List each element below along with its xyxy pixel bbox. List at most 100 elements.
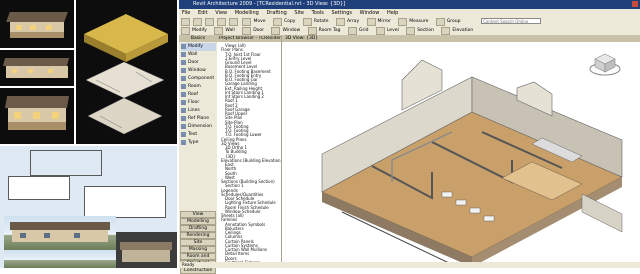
menu-file[interactable]: File <box>182 10 190 16</box>
menu-help[interactable]: Help <box>387 10 398 16</box>
ref-plane-icon <box>181 116 186 121</box>
elevation-icon[interactable] <box>441 27 451 35</box>
move-icon[interactable] <box>242 18 252 26</box>
window-controls <box>620 1 638 8</box>
door-icon[interactable] <box>242 27 252 35</box>
wall-icon <box>181 52 186 57</box>
menu-bar: File Edit View Modelling Drafting Site T… <box>179 9 640 17</box>
tool-component[interactable]: Component <box>181 75 216 83</box>
room-tag-icon[interactable] <box>307 27 317 35</box>
view-cube[interactable] <box>588 50 622 78</box>
window-button[interactable]: Window <box>282 26 300 35</box>
window-icon[interactable] <box>271 27 281 35</box>
wall-button[interactable]: Wall <box>225 26 234 35</box>
dimension-icon <box>181 124 186 129</box>
grid-button[interactable]: Grid <box>359 26 368 35</box>
building-3d-model <box>321 59 623 268</box>
tab-massing[interactable]: Massing <box>180 246 216 253</box>
tool-ref-plane[interactable]: Ref Plane <box>181 115 216 123</box>
tool-wall[interactable]: Wall <box>181 51 216 59</box>
section-button[interactable]: Section <box>417 26 434 35</box>
window-icon <box>181 68 186 73</box>
menu-site[interactable]: Site <box>294 10 304 16</box>
tab-construction[interactable]: Construction <box>180 267 216 274</box>
floor-icon <box>181 100 186 105</box>
3d-view-canvas[interactable] <box>282 42 640 268</box>
wall-icon[interactable] <box>214 27 224 35</box>
room-tag-button[interactable]: Room Tag <box>319 26 341 35</box>
mirror-button[interactable]: Mirror <box>378 17 391 26</box>
tool-dimension[interactable]: Dimension <box>181 123 216 131</box>
redo-icon[interactable] <box>229 18 238 26</box>
render-thumbnail-3 <box>0 88 74 144</box>
close-button[interactable] <box>632 1 638 7</box>
menu-view[interactable]: View <box>215 10 227 16</box>
elevation-button[interactable]: Elevation <box>452 26 473 35</box>
exploded-3d-model-image <box>76 0 177 144</box>
undo-icon[interactable] <box>217 18 226 26</box>
render-thumbnail-2 <box>0 50 74 86</box>
roof-icon <box>181 92 186 97</box>
tool-window[interactable]: Window <box>181 67 216 75</box>
component-icon <box>181 76 186 81</box>
tool-roof[interactable]: Roof <box>181 91 216 99</box>
status-text: Ready <box>182 262 195 267</box>
menu-settings[interactable]: Settings <box>332 10 353 16</box>
copy-icon[interactable] <box>272 18 282 26</box>
project-browser: Project Browser - TCResidential.rvt View… <box>217 36 282 268</box>
modify-icon[interactable] <box>181 27 190 35</box>
tab-modelling[interactable]: Modelling <box>180 218 216 225</box>
tool-room[interactable]: Room <box>181 83 216 91</box>
status-bar: Ready <box>179 262 640 268</box>
tool-door[interactable]: Door <box>181 59 216 67</box>
grid-icon[interactable] <box>347 27 357 35</box>
tab-room-and-area[interactable]: Room and Area <box>180 253 216 265</box>
section-icon[interactable] <box>406 27 416 35</box>
measure-button[interactable]: Measure <box>409 17 428 26</box>
group-button[interactable]: Group <box>447 17 461 26</box>
tool-floor[interactable]: Floor <box>181 99 216 107</box>
elevation-drawing-image <box>0 146 177 268</box>
group-icon[interactable] <box>435 18 445 26</box>
window-title-bar: Revit Architecture 2009 - [TCResidential… <box>179 0 640 9</box>
move-button[interactable]: Move <box>253 17 265 26</box>
menu-tools[interactable]: Tools <box>312 10 324 16</box>
tab-view[interactable]: View <box>180 211 216 218</box>
tool-type[interactable]: Type <box>181 139 216 147</box>
rotate-button[interactable]: Rotate <box>314 17 329 26</box>
window-title: Revit Architecture 2009 - [TCResidential… <box>193 1 346 7</box>
save-icon[interactable] <box>205 18 214 26</box>
mirror-icon[interactable] <box>366 18 376 26</box>
door-button[interactable]: Door <box>253 26 264 35</box>
rotate-icon[interactable] <box>302 18 312 26</box>
tab-drafting[interactable]: Drafting <box>180 225 216 232</box>
measure-icon[interactable] <box>398 18 408 26</box>
level-icon[interactable] <box>375 27 385 35</box>
toolbar-basics: Modify Wall Door Window Room Tag Grid Le… <box>179 26 640 36</box>
tool-modify[interactable]: Modify <box>181 43 216 51</box>
design-bar-header: Basics <box>179 36 217 42</box>
modify-button[interactable]: Modify <box>192 26 207 35</box>
array-button[interactable]: Array <box>347 17 359 26</box>
copy-button[interactable]: Copy <box>284 17 295 26</box>
lines-icon <box>181 108 186 113</box>
new-icon[interactable] <box>181 18 190 26</box>
modify-icon <box>181 44 186 49</box>
content-search-input[interactable] <box>481 18 541 24</box>
tab-site[interactable]: Site <box>180 239 216 246</box>
open-icon[interactable] <box>193 18 202 26</box>
menu-window[interactable]: Window <box>360 10 380 16</box>
type-icon <box>181 140 186 145</box>
tool-lines[interactable]: Lines <box>181 107 216 115</box>
text-icon <box>181 132 186 137</box>
menu-edit[interactable]: Edit <box>198 10 208 16</box>
menu-drafting[interactable]: Drafting <box>266 10 286 16</box>
level-button[interactable]: Level <box>387 26 399 35</box>
array-icon[interactable] <box>335 18 345 26</box>
room-icon <box>181 84 186 89</box>
tool-text[interactable]: Text <box>181 131 216 139</box>
menu-modelling[interactable]: Modelling <box>235 10 259 16</box>
tab-rendering[interactable]: Rendering <box>180 232 216 239</box>
design-bar: Basics Modify Wall Door Window Component… <box>179 36 218 274</box>
project-browser-header: Project Browser - TCResidential.rvt <box>217 36 281 42</box>
